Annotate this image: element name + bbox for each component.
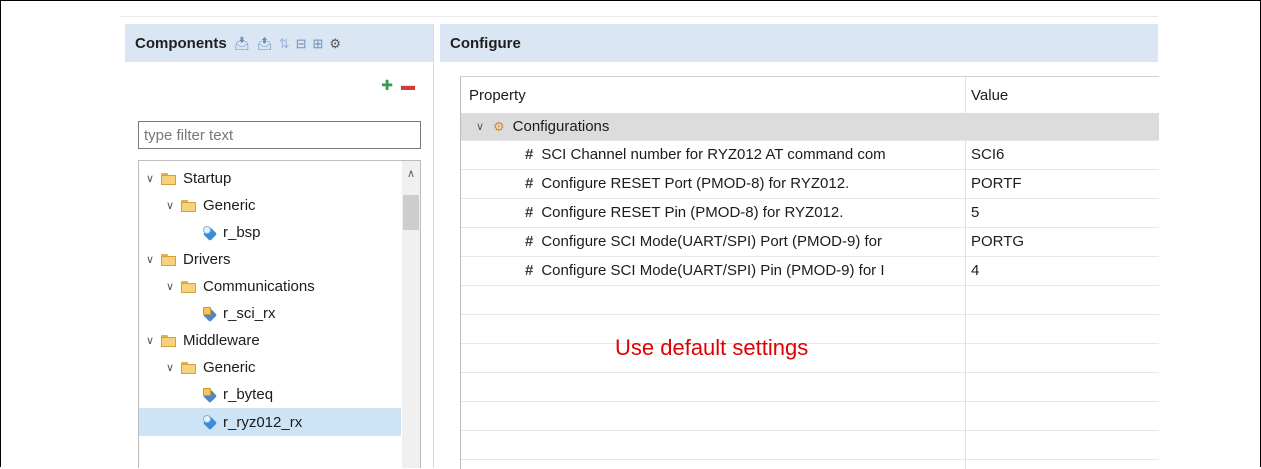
filter-input[interactable] xyxy=(138,121,421,149)
property-value[interactable]: 5 xyxy=(965,204,979,221)
tree-item-communications[interactable]: ∨ Communications xyxy=(139,273,401,300)
configure-title: Configure xyxy=(450,34,521,52)
component-tree: ∨ Startup ∨ Generic r_bsp ∨ Drivers ∨ Co… xyxy=(138,160,421,468)
tree-item-generic[interactable]: ∨ Generic xyxy=(139,192,401,219)
tree-item-label: Drivers xyxy=(183,251,231,268)
empty-row xyxy=(461,430,1159,460)
divider xyxy=(120,16,1158,17)
scrollbar-thumb[interactable] xyxy=(403,195,419,230)
group-label: Configurations xyxy=(512,118,610,135)
table-row[interactable]: # Configure SCI Mode(UART/SPI) Port (PMO… xyxy=(461,227,1159,257)
remove-component-icon[interactable]: ▬ xyxy=(401,78,415,92)
configure-panel: Configure Property Value ∨ ⚙ Configurati… xyxy=(440,24,1159,469)
folder-icon xyxy=(161,253,177,266)
chevron-down-icon[interactable]: ∨ xyxy=(163,199,177,212)
chevron-down-icon[interactable]: ∨ xyxy=(143,334,157,347)
folder-icon xyxy=(181,199,197,212)
column-header-property[interactable]: Property xyxy=(461,87,965,104)
package-icon xyxy=(203,306,217,321)
tree-item-label: r_byteq xyxy=(223,386,274,403)
group-row-configurations[interactable]: ∨ ⚙ Configurations xyxy=(461,113,1159,141)
tree-item-middleware[interactable]: ∨ Middleware xyxy=(139,327,401,354)
folder-icon xyxy=(181,361,197,374)
tree-item-startup[interactable]: ∨ Startup xyxy=(139,165,401,192)
chevron-down-icon[interactable]: ∨ xyxy=(473,120,487,133)
export-icon[interactable]: 📤︎ xyxy=(256,37,273,50)
table-row[interactable]: # Configure RESET Pin (PMOD-8) for RYZ01… xyxy=(461,198,1159,228)
tree-item-label: Generic xyxy=(203,197,256,214)
tree-item-label: r_ryz012_rx xyxy=(223,413,303,431)
import-icon[interactable]: 📥︎ xyxy=(234,37,251,50)
chevron-down-icon[interactable]: ∨ xyxy=(163,361,177,374)
tree-item-label: r_bsp xyxy=(223,224,261,241)
tree-item-label: r_sci_rx xyxy=(223,305,276,322)
tree-item-r-sci-rx[interactable]: r_sci_rx xyxy=(139,300,401,327)
components-title: Components xyxy=(135,34,227,52)
expand-all-icon[interactable]: ⊞ xyxy=(313,37,324,50)
empty-row xyxy=(461,343,1159,373)
property-name: Configure SCI Mode(UART/SPI) Port (PMOD-… xyxy=(541,233,882,250)
property-name: Configure SCI Mode(UART/SPI) Pin (PMOD-9… xyxy=(541,262,885,279)
empty-row xyxy=(461,285,1159,315)
hash-icon: # xyxy=(525,204,534,221)
tree-item-generic-middleware[interactable]: ∨ Generic xyxy=(139,354,401,381)
scroll-up-icon[interactable]: ∧ xyxy=(402,167,420,180)
tree-item-label: Generic xyxy=(203,359,256,376)
hash-icon: # xyxy=(525,175,534,192)
components-panel: Components 📥︎ 📤︎ ⇅ ⊟ ⊞ ⚙ ✚ ▬ ∨ Startup ∨… xyxy=(125,24,434,468)
tree-item-r-byteq[interactable]: r_byteq xyxy=(139,381,401,408)
property-name: SCI Channel number for RYZ012 AT command… xyxy=(541,146,886,163)
sort-icon[interactable]: ⇅ xyxy=(279,37,290,50)
hash-icon: # xyxy=(525,233,534,250)
table-header: Property Value xyxy=(461,77,1159,114)
property-value[interactable]: PORTG xyxy=(965,233,1024,250)
annotation-text: Use default settings xyxy=(615,335,809,360)
settings-icon[interactable]: ⚙ xyxy=(329,37,341,50)
table-row[interactable]: # Configure RESET Port (PMOD-8) for RYZ0… xyxy=(461,169,1159,199)
property-value[interactable]: 4 xyxy=(965,262,979,279)
property-name: Configure RESET Pin (PMOD-8) for RYZ012. xyxy=(541,204,844,221)
column-header-value[interactable]: Value xyxy=(965,87,1008,104)
package-icon xyxy=(203,387,217,402)
property-name: Configure RESET Port (PMOD-8) for RYZ012… xyxy=(541,175,850,192)
tree-item-label: Middleware xyxy=(183,332,260,349)
hash-icon: # xyxy=(525,262,534,279)
property-value[interactable]: SCI6 xyxy=(965,146,1004,163)
component-icon xyxy=(203,415,217,429)
table-row[interactable]: # SCI Channel number for RYZ012 AT comma… xyxy=(461,140,1159,170)
tree-item-r-ryz012-rx[interactable]: r_ryz012_rx xyxy=(139,408,401,436)
configure-header: Configure xyxy=(440,24,1158,62)
tree-item-drivers[interactable]: ∨ Drivers xyxy=(139,246,401,273)
chevron-down-icon[interactable]: ∨ xyxy=(143,172,157,185)
components-toolbar: 📥︎ 📤︎ ⇅ ⊟ ⊞ ⚙ xyxy=(234,37,341,50)
table-row[interactable]: # Configure SCI Mode(UART/SPI) Pin (PMOD… xyxy=(461,256,1159,286)
empty-row xyxy=(461,314,1159,344)
folder-icon xyxy=(161,334,177,347)
tree-item-label: Startup xyxy=(183,170,232,187)
component-icon xyxy=(203,225,217,240)
chevron-down-icon[interactable]: ∨ xyxy=(163,280,177,293)
hash-icon: # xyxy=(525,146,534,163)
tree-item-label: Communications xyxy=(203,278,315,295)
property-value[interactable]: PORTF xyxy=(965,175,1022,192)
component-actions: ✚ ▬ xyxy=(381,78,415,92)
empty-row xyxy=(461,401,1159,431)
components-header: Components 📥︎ 📤︎ ⇅ ⊟ ⊞ ⚙ xyxy=(125,24,433,62)
add-component-icon[interactable]: ✚ xyxy=(381,78,393,92)
tree-item-r-bsp[interactable]: r_bsp xyxy=(139,219,401,246)
folder-icon xyxy=(161,172,177,185)
property-table: Property Value ∨ ⚙ Configurations # SCI … xyxy=(460,76,1159,469)
chevron-down-icon[interactable]: ∨ xyxy=(143,253,157,266)
tree-scrollbar[interactable]: ∧ xyxy=(402,161,420,468)
collapse-all-icon[interactable]: ⊟ xyxy=(296,37,307,50)
gear-icon: ⚙ xyxy=(493,118,505,134)
folder-icon xyxy=(181,280,197,293)
empty-row xyxy=(461,372,1159,402)
